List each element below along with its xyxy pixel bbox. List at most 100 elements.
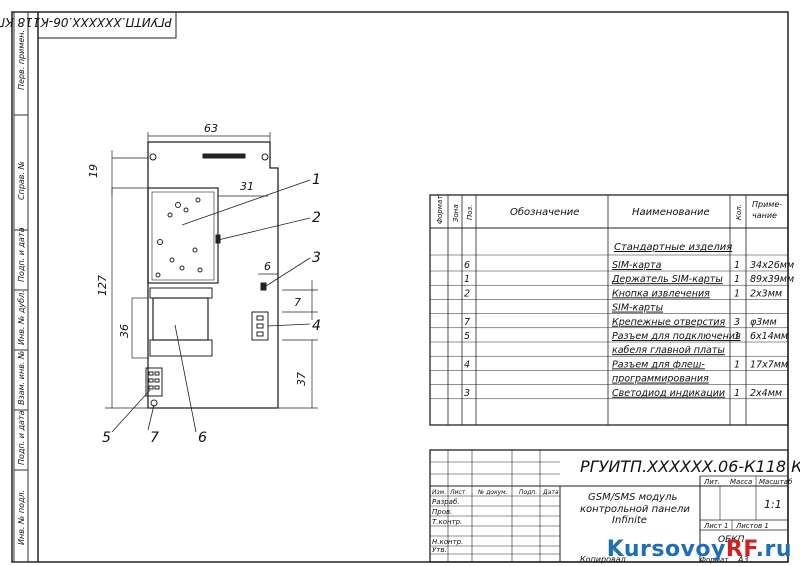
- spec-cell-note: 2x3мм: [750, 288, 782, 299]
- title-line-1: GSM/SMS модуль: [588, 492, 677, 503]
- side-label: Справ. №: [17, 161, 26, 200]
- spec-cell-name: Разъем для флеш-: [612, 359, 705, 370]
- spec-cell-name: кабеля главной платы: [612, 345, 725, 356]
- spec-cell-name: Держатель SIM-карты: [611, 274, 723, 285]
- callout-6: 6: [198, 430, 207, 446]
- spec-rows: 6 SIM-карта 1 34x26мм1 Держатель SIM-карты 1 8…: [464, 260, 794, 399]
- spec-header-designation: Обозначение: [510, 206, 579, 218]
- tb-scale-value: 1:1: [764, 498, 782, 511]
- outer-frame: [11, 11, 789, 563]
- tb-list: Лист: [449, 489, 466, 496]
- spec-header-name: Наименование: [632, 207, 710, 218]
- sim-holder: [147, 187, 219, 284]
- spec-cell-qty: 1: [734, 288, 740, 299]
- title-line-3: Infinite: [612, 515, 647, 526]
- spec-cell-pos: 3: [464, 388, 470, 399]
- spec-cell-name: программирования: [612, 374, 709, 385]
- mount-hole: [261, 153, 269, 161]
- sim-card-top: [149, 287, 213, 299]
- callout-4: 4: [312, 318, 321, 334]
- dim-37: 37: [295, 372, 308, 386]
- tb-podp: Подп.: [519, 489, 537, 496]
- spec-cell-qty: 1: [734, 359, 740, 370]
- spec-header-zone: Зона: [452, 204, 460, 222]
- spec-header-pos: Поз.: [466, 205, 474, 221]
- watermark-logo: KursovoyRF.ru: [607, 537, 792, 562]
- dim-31: 31: [240, 180, 254, 193]
- spec-cell-name: Кнопка извлечения: [612, 288, 710, 299]
- side-label: Инв. № подл.: [17, 490, 26, 545]
- tb-sheets: Листов 1: [735, 522, 769, 530]
- spec-cell-name: Светодиод индикации: [612, 388, 725, 399]
- dim-6: 6: [264, 260, 271, 273]
- spec-cell-note: 17x7мм: [750, 359, 788, 370]
- callout-5: 5: [102, 430, 111, 446]
- top-slot: [202, 153, 246, 159]
- title-code: РГУИТП.ХХХХХХ.06-К118 КП: [580, 457, 800, 476]
- spec-cell-qty: 3: [734, 317, 740, 328]
- spec-cell-pos: 7: [464, 317, 470, 328]
- spec-cell-pos: 1: [464, 274, 470, 285]
- title-line-2: контрольной панели: [580, 504, 690, 515]
- spec-cell-pos: 5: [464, 331, 470, 342]
- spec-cell-qty: 1: [734, 331, 740, 342]
- spec-cell-name: Разъем для подключения: [612, 331, 741, 342]
- pcb-outline: [147, 141, 279, 409]
- callout-7: 7: [150, 430, 159, 446]
- dim-63: 63: [204, 122, 218, 135]
- tb-prov: Пров.: [432, 508, 452, 516]
- leader-lines: [111, 179, 311, 433]
- tb-razrab: Разраб.: [432, 498, 460, 506]
- dim-19: 19: [87, 164, 100, 178]
- spec-cell-pos: 4: [464, 359, 470, 370]
- led-indicator: [260, 282, 267, 291]
- mount-hole: [149, 153, 157, 161]
- side-label: Подп. и дата: [17, 227, 26, 282]
- watermark-part: .ru: [755, 537, 792, 562]
- tb-ndoc: № докум.: [477, 489, 508, 496]
- tb-nkontr: Н.контр.: [432, 538, 463, 546]
- spec-cell-note: 34x26мм: [750, 260, 794, 271]
- sim-card: [152, 297, 209, 341]
- dim-7: 7: [294, 296, 301, 309]
- spec-section-title: Стандартные изделия: [614, 242, 732, 253]
- side-label: Подп. и дата: [17, 410, 26, 465]
- tb-sheet: Лист 1: [703, 522, 728, 530]
- dim-127: 127: [96, 275, 109, 296]
- tb-utv: Утв.: [432, 546, 447, 554]
- spec-cell-note: φ3мм: [750, 317, 777, 328]
- tb-lit: Лит.: [703, 478, 720, 486]
- spec-cell-note: 6x14мм: [750, 331, 788, 342]
- eject-button: [215, 234, 221, 244]
- side-label: Инв. № дубл.: [17, 290, 26, 345]
- spec-cell-name: SIM-карта: [612, 260, 662, 271]
- callout-1: 1: [312, 172, 321, 188]
- spec-cell-qty: 1: [734, 260, 740, 271]
- pcb-drawing: [145, 141, 279, 409]
- side-label: Взам. инв. №: [17, 351, 26, 405]
- spec-cell-name: SIM-карты: [612, 303, 664, 314]
- spec-header-qty: Кол.: [735, 204, 743, 220]
- spec-cell-name: Крепежные отверстия: [612, 317, 726, 328]
- spec-header-format: Формат: [436, 195, 444, 224]
- tb-mass: Масса: [730, 478, 752, 486]
- watermark-part: Kursovoy: [606, 537, 726, 562]
- spec-cell-qty: 1: [734, 388, 740, 399]
- callout-3: 3: [312, 250, 321, 266]
- side-label: Перв. примен.: [17, 30, 26, 90]
- spec-header-note: Приме-: [752, 200, 782, 209]
- tb-tkontr: Т.контр.: [432, 518, 462, 526]
- top-stamp-code: РГУИТП.ХХХХХХ.06-К118 КП: [0, 15, 172, 29]
- spec-cell-qty: 1: [734, 274, 740, 285]
- dim-36: 36: [118, 324, 131, 338]
- tb-data: Дата: [542, 489, 559, 496]
- tb-izm: Изм.: [432, 489, 446, 496]
- spec-cell-pos: 2: [464, 288, 470, 299]
- binding-strip: [13, 11, 29, 563]
- drawing-sheet: Перв. примен. Справ. № Подп. и дата Инв.…: [0, 11, 800, 564]
- tb-scale: Масштаб: [759, 478, 793, 486]
- callout-2: 2: [312, 210, 321, 226]
- spec-cell-pos: 6: [464, 260, 470, 271]
- spec-header-note: чание: [752, 211, 777, 220]
- dimensions: [105, 132, 318, 409]
